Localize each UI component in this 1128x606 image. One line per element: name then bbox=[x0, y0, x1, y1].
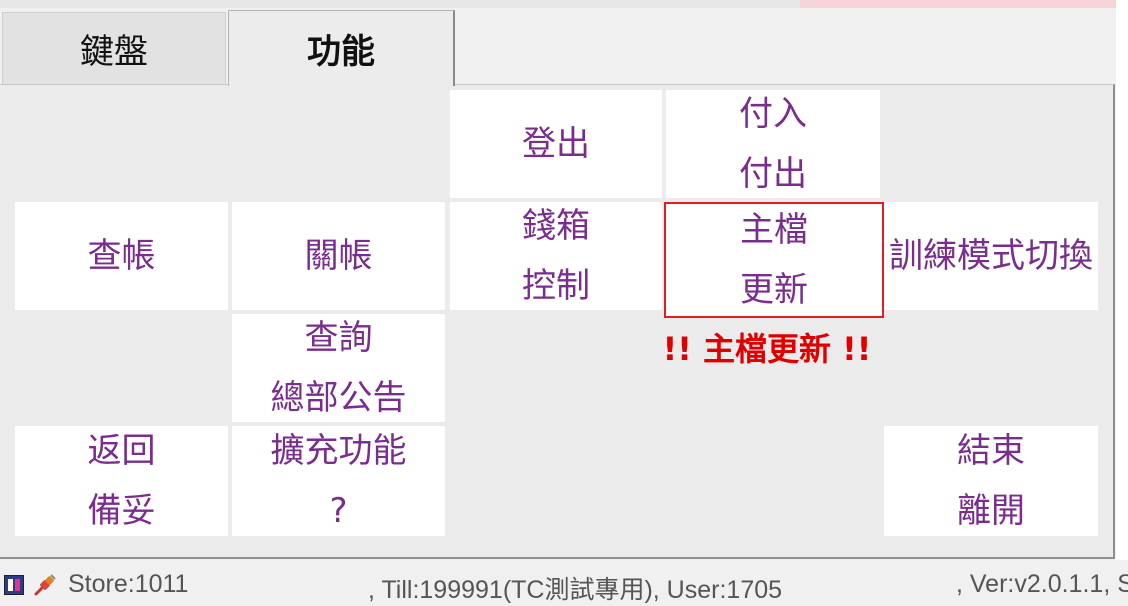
tab-functions[interactable]: 功能 bbox=[228, 10, 455, 86]
tab-functions-label: 功能 bbox=[307, 32, 375, 72]
training-mode-label: 訓練模式切換 bbox=[889, 236, 1093, 276]
master-update-label-2: 更新 bbox=[740, 270, 808, 310]
extensions-label-1: 擴充功能 bbox=[270, 431, 407, 471]
return-ready-label-1: 返回 bbox=[87, 431, 156, 471]
window-right-edge bbox=[1116, 0, 1128, 560]
exit-label-1: 結束 bbox=[957, 431, 1025, 471]
cash-drawer-label-2: 控制 bbox=[522, 266, 590, 306]
window-top-accent bbox=[800, 0, 1116, 8]
master-update-button[interactable]: 主檔 更新 bbox=[664, 202, 884, 318]
master-update-alert: !! 主檔更新 !! bbox=[662, 330, 872, 368]
hq-notice-label-2: 總部公告 bbox=[270, 378, 407, 418]
hq-notice-button[interactable]: 查詢 總部公告 bbox=[232, 314, 445, 422]
extensions-label-2: ? bbox=[329, 491, 348, 531]
tab-keyboard-label: 鍵盤 bbox=[80, 32, 148, 72]
training-mode-button[interactable]: 訓練模式切換 bbox=[884, 202, 1098, 310]
pay-in-label: 付入 bbox=[739, 94, 807, 134]
pay-out-label: 付出 bbox=[739, 154, 807, 194]
return-ready-button[interactable]: 返回 備妥 bbox=[15, 426, 228, 536]
extensions-button[interactable]: 擴充功能 ? bbox=[232, 426, 445, 536]
cash-drawer-button[interactable]: 錢箱 控制 bbox=[450, 202, 662, 310]
status-version: , Ver:v2.0.1.1, S bbox=[956, 570, 1128, 598]
close-bill-button[interactable]: 關帳 bbox=[232, 202, 445, 310]
close-bill-label: 關帳 bbox=[304, 236, 373, 276]
status-store: Store:1011 bbox=[68, 570, 189, 598]
check-bill-label: 查帳 bbox=[87, 236, 156, 276]
cash-drawer-label-1: 錢箱 bbox=[522, 206, 590, 246]
status-till-user: , Till:199991(TC測試專用), User:1705 bbox=[368, 576, 783, 604]
logout-label: 登出 bbox=[522, 124, 590, 164]
tab-keyboard[interactable]: 鍵盤 bbox=[2, 12, 226, 84]
check-bill-button[interactable]: 查帳 bbox=[15, 202, 228, 310]
exit-button[interactable]: 結束 離開 bbox=[884, 426, 1098, 536]
master-update-label-1: 主檔 bbox=[740, 210, 808, 250]
plug-connection-icon bbox=[34, 574, 56, 596]
status-bar: Store:1011 , Till:199991(TC測試專用), User:1… bbox=[0, 562, 1128, 606]
pay-in-out-button[interactable]: 付入 付出 bbox=[666, 90, 880, 198]
exit-label-2: 離開 bbox=[957, 491, 1025, 531]
hq-notice-label-1: 查詢 bbox=[304, 318, 373, 358]
return-ready-label-2: 備妥 bbox=[87, 491, 156, 531]
logout-button[interactable]: 登出 bbox=[450, 90, 662, 198]
app-icon bbox=[4, 575, 24, 595]
